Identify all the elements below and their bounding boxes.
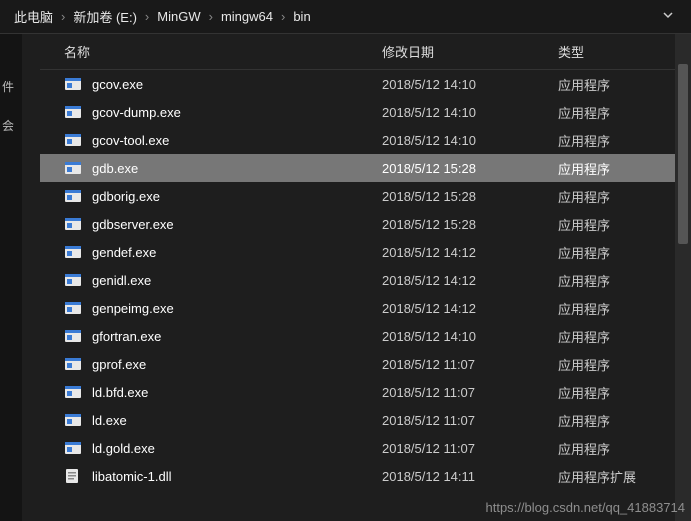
file-date: 2018/5/12 15:28 [382, 217, 558, 232]
chevron-right-icon: › [59, 9, 67, 24]
chevron-down-icon [662, 9, 674, 21]
file-name: gendef.exe [92, 245, 382, 260]
file-type: 应用程序 [558, 411, 691, 430]
file-row[interactable]: ld.bfd.exe2018/5/12 11:07应用程序 [40, 378, 691, 406]
file-date: 2018/5/12 14:10 [382, 133, 558, 148]
exe-file-icon [64, 356, 82, 372]
breadcrumb-item[interactable]: MinGW [151, 9, 206, 24]
file-row[interactable]: gprof.exe2018/5/12 11:07应用程序 [40, 350, 691, 378]
file-row[interactable]: ld.gold.exe2018/5/12 11:07应用程序 [40, 434, 691, 462]
file-type: 应用程序 [558, 439, 691, 458]
file-name: genidl.exe [92, 273, 382, 288]
file-date: 2018/5/12 15:28 [382, 189, 558, 204]
breadcrumb-dropdown-button[interactable] [653, 9, 683, 24]
file-type: 应用程序 [558, 383, 691, 402]
file-name: gfortran.exe [92, 329, 382, 344]
left-panel-clip: 件 会 [0, 34, 22, 521]
chevron-right-icon: › [143, 9, 151, 24]
file-name: ld.bfd.exe [92, 385, 382, 400]
exe-file-icon [64, 384, 82, 400]
file-date: 2018/5/12 11:07 [382, 357, 558, 372]
file-name: gdb.exe [92, 161, 382, 176]
breadcrumb-item[interactable]: 新加卷 (E:) [67, 7, 143, 26]
file-row[interactable]: gendef.exe2018/5/12 14:12应用程序 [40, 238, 691, 266]
file-date: 2018/5/12 14:12 [382, 301, 558, 316]
dll-file-icon [64, 468, 82, 484]
watermark-text: https://blog.csdn.net/qq_41883714 [486, 500, 686, 515]
exe-file-icon [64, 104, 82, 120]
file-name: gcov-dump.exe [92, 105, 382, 120]
file-row[interactable]: gdbserver.exe2018/5/12 15:28应用程序 [40, 210, 691, 238]
column-header-date[interactable]: 修改日期 [382, 42, 558, 61]
file-type: 应用程序 [558, 271, 691, 290]
file-type: 应用程序 [558, 103, 691, 122]
file-row[interactable]: gcov.exe2018/5/12 14:10应用程序 [40, 70, 691, 98]
file-name: gdborig.exe [92, 189, 382, 204]
file-date: 2018/5/12 14:10 [382, 77, 558, 92]
exe-file-icon [64, 132, 82, 148]
file-type: 应用程序 [558, 75, 691, 94]
vertical-scrollbar[interactable] [675, 34, 691, 521]
exe-file-icon [64, 188, 82, 204]
exe-file-icon [64, 216, 82, 232]
file-date: 2018/5/12 11:07 [382, 413, 558, 428]
chevron-right-icon: › [279, 9, 287, 24]
file-name: libatomic-1.dll [92, 469, 382, 484]
file-date: 2018/5/12 15:28 [382, 161, 558, 176]
exe-file-icon [64, 328, 82, 344]
file-date: 2018/5/12 14:10 [382, 105, 558, 120]
file-row[interactable]: ld.exe2018/5/12 11:07应用程序 [40, 406, 691, 434]
left-stub-text: 会 [2, 117, 20, 134]
file-type: 应用程序 [558, 215, 691, 234]
file-date: 2018/5/12 11:07 [382, 441, 558, 456]
file-row[interactable]: gcov-tool.exe2018/5/12 14:10应用程序 [40, 126, 691, 154]
file-row[interactable]: gdborig.exe2018/5/12 15:28应用程序 [40, 182, 691, 210]
breadcrumb-item[interactable]: bin [287, 9, 316, 24]
file-type: 应用程序 [558, 299, 691, 318]
exe-file-icon [64, 76, 82, 92]
file-name: gcov-tool.exe [92, 133, 382, 148]
exe-file-icon [64, 440, 82, 456]
file-list-panel: 名称 修改日期 类型 gcov.exe2018/5/12 14:10应用程序gc… [40, 34, 691, 521]
scrollbar-thumb[interactable] [678, 64, 688, 244]
file-type: 应用程序 [558, 131, 691, 150]
breadcrumb-item[interactable]: 此电脑 [8, 7, 59, 26]
file-row[interactable]: libatomic-1.dll2018/5/12 14:11应用程序扩展 [40, 462, 691, 490]
file-row[interactable]: gcov-dump.exe2018/5/12 14:10应用程序 [40, 98, 691, 126]
file-name: gcov.exe [92, 77, 382, 92]
file-date: 2018/5/12 14:10 [382, 329, 558, 344]
file-row[interactable]: gdb.exe2018/5/12 15:28应用程序 [40, 154, 691, 182]
file-row[interactable]: genpeimg.exe2018/5/12 14:12应用程序 [40, 294, 691, 322]
file-type: 应用程序 [558, 243, 691, 262]
exe-file-icon [64, 244, 82, 260]
file-type: 应用程序 [558, 327, 691, 346]
file-type: 应用程序 [558, 187, 691, 206]
file-row[interactable]: gfortran.exe2018/5/12 14:10应用程序 [40, 322, 691, 350]
file-rows-container: gcov.exe2018/5/12 14:10应用程序gcov-dump.exe… [40, 70, 691, 490]
file-type: 应用程序 [558, 159, 691, 178]
file-type: 应用程序扩展 [558, 467, 691, 486]
file-type: 应用程序 [558, 355, 691, 374]
chevron-right-icon: › [207, 9, 215, 24]
file-row[interactable]: genidl.exe2018/5/12 14:12应用程序 [40, 266, 691, 294]
exe-file-icon [64, 272, 82, 288]
file-name: gdbserver.exe [92, 217, 382, 232]
file-name: ld.exe [92, 413, 382, 428]
breadcrumb-item[interactable]: mingw64 [215, 9, 279, 24]
exe-file-icon [64, 412, 82, 428]
file-name: genpeimg.exe [92, 301, 382, 316]
column-header-name[interactable]: 名称 [64, 42, 382, 61]
file-date: 2018/5/12 14:11 [382, 469, 558, 484]
file-name: ld.gold.exe [92, 441, 382, 456]
exe-file-icon [64, 300, 82, 316]
file-date: 2018/5/12 14:12 [382, 245, 558, 260]
file-date: 2018/5/12 11:07 [382, 385, 558, 400]
file-date: 2018/5/12 14:12 [382, 273, 558, 288]
breadcrumb[interactable]: 此电脑 › 新加卷 (E:) › MinGW › mingw64 › bin [0, 0, 691, 34]
file-name: gprof.exe [92, 357, 382, 372]
column-header-row: 名称 修改日期 类型 [40, 34, 691, 70]
exe-file-icon [64, 160, 82, 176]
column-header-type[interactable]: 类型 [558, 42, 691, 61]
left-stub-text: 件 [2, 78, 20, 95]
